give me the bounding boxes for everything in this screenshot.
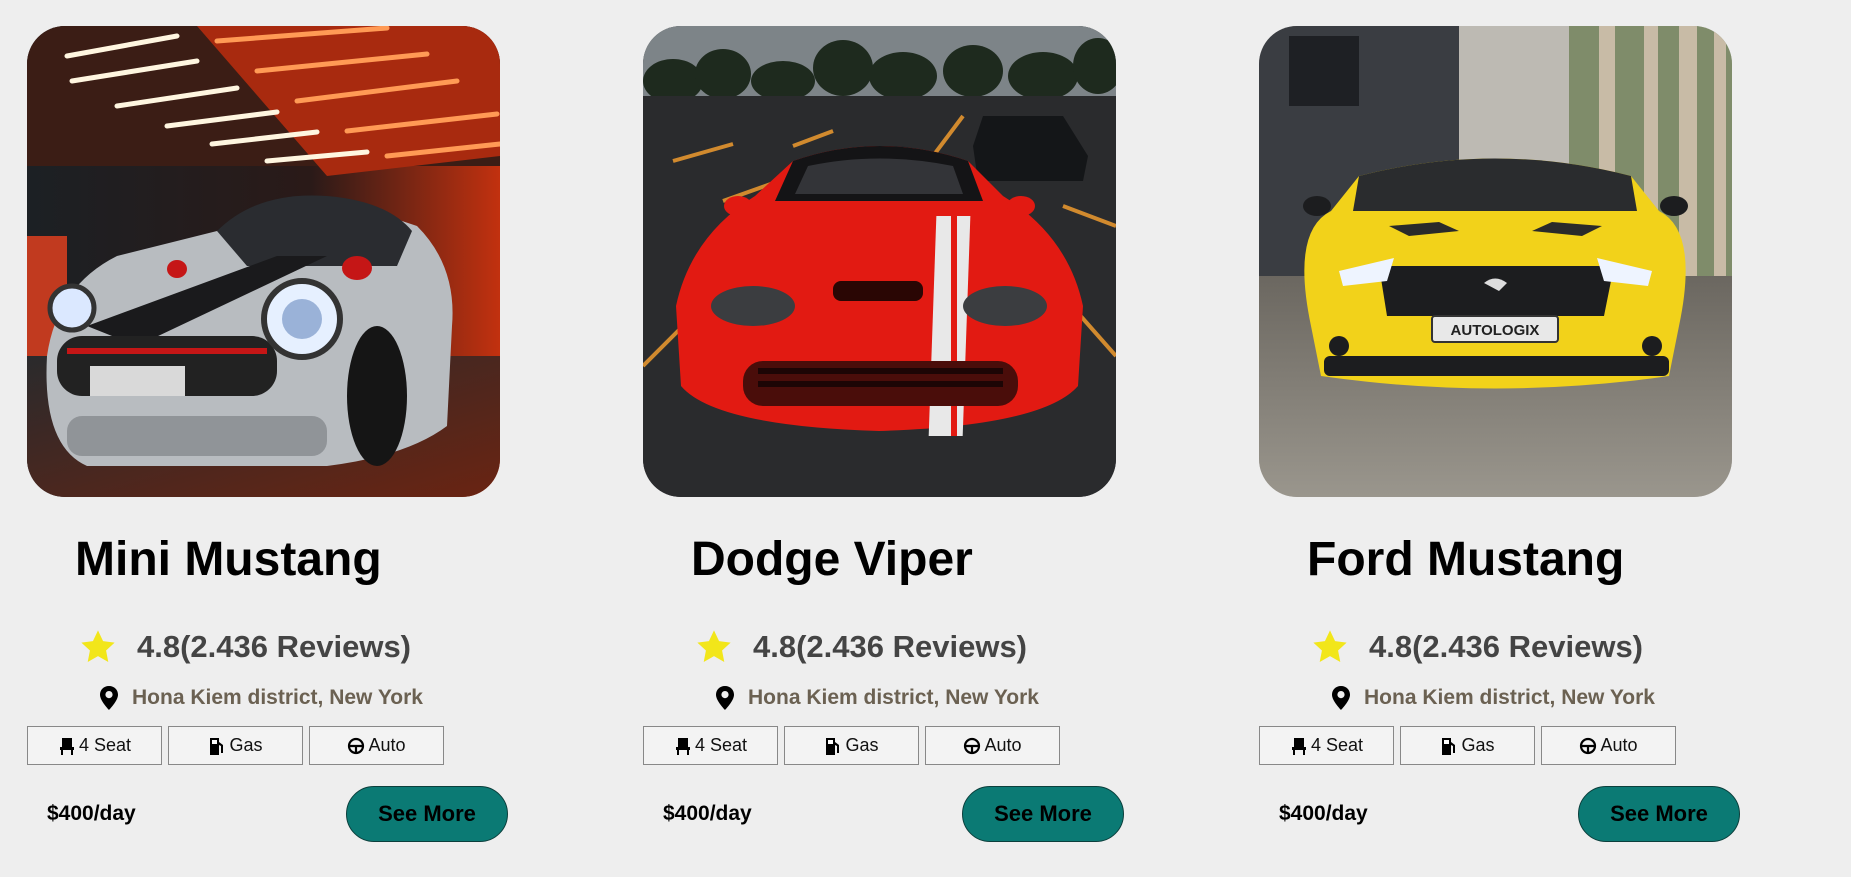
transmission-spec: Auto bbox=[309, 726, 444, 765]
fuel-icon bbox=[826, 737, 840, 755]
seat-text: 4 Seat bbox=[78, 735, 132, 755]
car-price: $400/day bbox=[47, 802, 136, 825]
transmission-spec: Auto bbox=[925, 726, 1060, 765]
fuel-icon bbox=[210, 737, 224, 755]
location-pin-icon bbox=[716, 686, 734, 710]
fuel-text: Gas bbox=[1461, 735, 1495, 755]
seat-text: 4 Seat bbox=[694, 735, 748, 755]
steering-icon bbox=[348, 737, 365, 754]
steering-icon bbox=[964, 737, 981, 754]
car-rating: 4.8(2.436 Reviews) bbox=[79, 622, 411, 672]
car-name: Ford Mustang bbox=[1307, 533, 1625, 586]
fuel-spec: Gas bbox=[1400, 726, 1535, 765]
see-more-button[interactable]: See More bbox=[346, 786, 508, 842]
car-card: AUTOLOGIX Ford Mustang 4.8(2.436 Reviews… bbox=[1259, 26, 1759, 866]
car-photo-mini bbox=[27, 26, 500, 497]
car-card: Dodge Viper 4.8(2.436 Reviews) Hona Kiem… bbox=[643, 26, 1143, 866]
fuel-text: Gas bbox=[229, 735, 263, 755]
car-card: Mini Mustang 4.8(2.436 Reviews) Hona Kie… bbox=[27, 26, 527, 866]
car-location: Hona Kiem district, New York bbox=[99, 686, 423, 710]
location-pin-icon bbox=[1332, 686, 1350, 710]
spec-list: 4 Seat Gas Auto bbox=[1259, 726, 1676, 765]
car-price: $400/day bbox=[1279, 802, 1368, 825]
fuel-spec: Gas bbox=[784, 726, 919, 765]
car-name: Mini Mustang bbox=[75, 533, 382, 586]
see-more-button[interactable]: See More bbox=[962, 786, 1124, 842]
fuel-text: Gas bbox=[845, 735, 879, 755]
rating-text: 4.8(2.436 Reviews) bbox=[1369, 629, 1644, 664]
fuel-icon bbox=[1442, 737, 1456, 755]
car-photo[interactable]: AUTOLOGIX bbox=[1259, 26, 1732, 497]
star-icon bbox=[1313, 630, 1347, 663]
spec-list: 4 Seat Gas Auto bbox=[643, 726, 1060, 765]
seat-icon bbox=[59, 737, 74, 755]
transmission-text: Auto bbox=[1600, 735, 1638, 755]
seat-spec: 4 Seat bbox=[27, 726, 162, 765]
star-icon bbox=[697, 630, 731, 663]
location-pin-icon bbox=[100, 686, 118, 710]
steering-icon bbox=[1580, 737, 1597, 754]
see-more-button[interactable]: See More bbox=[1578, 786, 1740, 842]
rating-text: 4.8(2.436 Reviews) bbox=[137, 629, 412, 664]
seat-icon bbox=[675, 737, 690, 755]
location-text: Hona Kiem district, New York bbox=[1364, 686, 1655, 709]
car-photo-mustang: AUTOLOGIX bbox=[1259, 26, 1732, 497]
car-location: Hona Kiem district, New York bbox=[1331, 686, 1655, 710]
seat-spec: 4 Seat bbox=[1259, 726, 1394, 765]
car-name: Dodge Viper bbox=[691, 533, 973, 586]
star-icon bbox=[81, 630, 115, 663]
spec-list: 4 Seat Gas Auto bbox=[27, 726, 444, 765]
fuel-spec: Gas bbox=[168, 726, 303, 765]
seat-text: 4 Seat bbox=[1310, 735, 1364, 755]
seat-spec: 4 Seat bbox=[643, 726, 778, 765]
transmission-text: Auto bbox=[368, 735, 406, 755]
plate-text: AUTOLOGIX bbox=[1451, 322, 1540, 339]
car-photo[interactable] bbox=[643, 26, 1116, 497]
car-location: Hona Kiem district, New York bbox=[715, 686, 1039, 710]
car-photo-viper bbox=[643, 26, 1116, 497]
seat-icon bbox=[1291, 737, 1306, 755]
transmission-spec: Auto bbox=[1541, 726, 1676, 765]
location-text: Hona Kiem district, New York bbox=[748, 686, 1039, 709]
car-photo[interactable] bbox=[27, 26, 500, 497]
rating-text: 4.8(2.436 Reviews) bbox=[753, 629, 1028, 664]
car-rating: 4.8(2.436 Reviews) bbox=[1311, 622, 1643, 672]
car-price: $400/day bbox=[663, 802, 752, 825]
location-text: Hona Kiem district, New York bbox=[132, 686, 423, 709]
transmission-text: Auto bbox=[984, 735, 1022, 755]
car-rating: 4.8(2.436 Reviews) bbox=[695, 622, 1027, 672]
